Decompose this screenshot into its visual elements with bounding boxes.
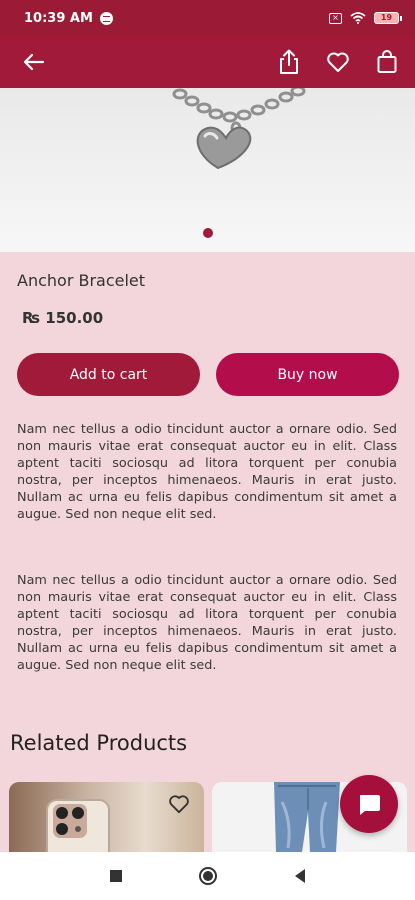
card-wishlist-button[interactable] [168, 794, 190, 818]
square-icon [109, 870, 122, 882]
back-button[interactable] [18, 46, 50, 78]
carousel-indicator[interactable] [203, 228, 213, 238]
heart-icon [169, 795, 189, 814]
heart-icon [327, 52, 349, 72]
related-product-card[interactable] [9, 782, 204, 852]
product-title: Anchor Bracelet [17, 271, 146, 290]
battery-icon: 19 [374, 12, 402, 24]
share-icon [280, 49, 298, 74]
status-time: 10:39 AM [24, 10, 93, 26]
message-notification-icon [99, 11, 113, 25]
nav-recents-button[interactable] [106, 866, 126, 886]
circle-icon [198, 867, 217, 885]
arrow-left-icon [23, 53, 45, 71]
share-button[interactable] [273, 46, 305, 78]
system-nav-bar [0, 852, 415, 900]
wifi-icon [350, 12, 366, 24]
product-description-2: Nam nec tellus a odio tincidunt auctor a… [17, 573, 397, 674]
buy-now-button[interactable]: Buy now [216, 353, 399, 396]
app-bar-actions [273, 46, 403, 78]
wishlist-button[interactable] [322, 46, 354, 78]
nav-home-button[interactable] [198, 866, 218, 886]
related-products-heading: Related Products [10, 731, 188, 755]
status-icons: × 19 [329, 12, 402, 24]
triangle-back-icon [294, 869, 305, 883]
nav-back-button[interactable] [290, 866, 310, 886]
status-bar: 10:39 AM × 19 [0, 0, 415, 36]
sim-off-icon: × [329, 12, 342, 24]
bag-button[interactable] [371, 46, 403, 78]
chat-button[interactable] [340, 775, 398, 833]
app-bar [0, 36, 415, 88]
chat-icon [360, 795, 380, 815]
shopping-bag-icon [377, 50, 397, 73]
add-to-cart-button[interactable]: Add to cart [17, 353, 200, 396]
product-price: ₨ 150.00 [22, 309, 104, 327]
product-description-1: Nam nec tellus a odio tincidunt auctor a… [17, 422, 397, 523]
